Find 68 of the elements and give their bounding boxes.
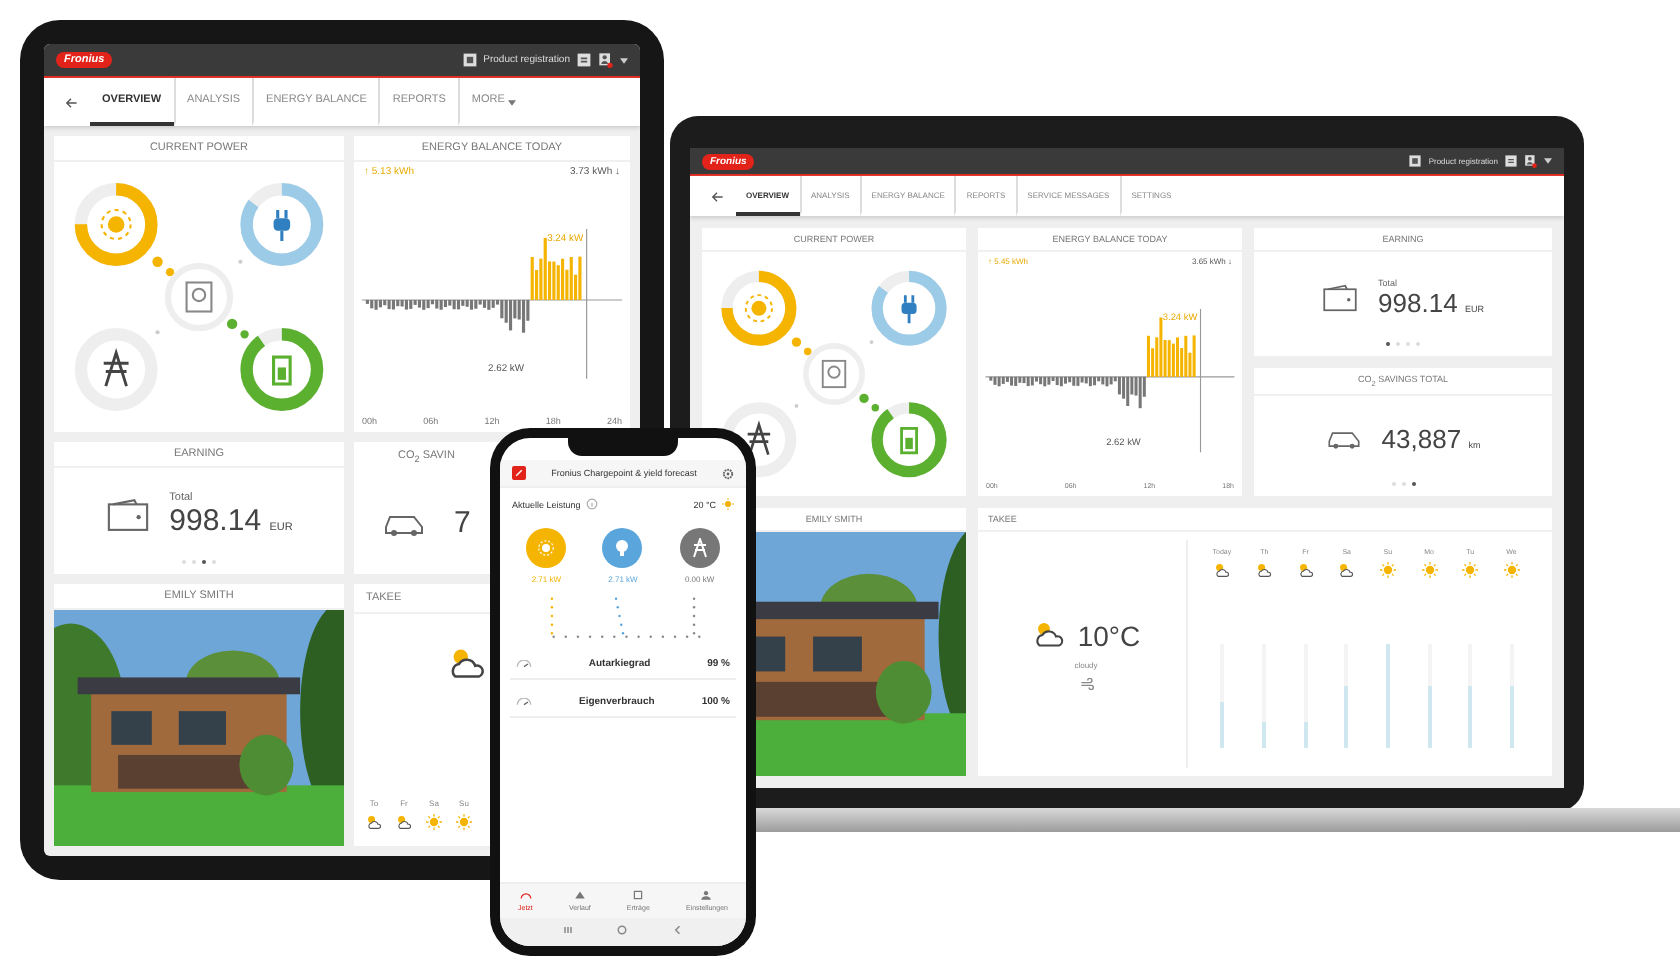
app-icon <box>512 466 526 480</box>
earning-value: 998.14 <box>169 503 262 537</box>
home-icon[interactable] <box>616 924 629 936</box>
wind-icon <box>1079 677 1093 689</box>
grid-gauge <box>240 183 324 266</box>
partly-cloudy-icon <box>1338 562 1355 578</box>
person-icon <box>700 890 713 900</box>
document-icon[interactable] <box>576 52 592 68</box>
plug-icon <box>273 208 291 243</box>
savings-value: 43,887 <box>1381 423 1462 454</box>
phone-notch <box>568 438 678 456</box>
gauge-icon <box>516 698 532 706</box>
user-icon[interactable] <box>1524 154 1538 168</box>
settings-icon[interactable] <box>722 467 734 479</box>
sun-icon <box>744 294 773 323</box>
plug-icon <box>901 293 917 325</box>
bulb-icon <box>612 538 633 558</box>
grid-gauge <box>871 270 947 346</box>
sun-icon <box>426 814 442 830</box>
solar-gauge <box>74 183 158 266</box>
info-icon[interactable] <box>586 498 599 510</box>
sun-icon <box>536 538 557 558</box>
pylon-gauge <box>74 328 158 411</box>
inverter-icon <box>803 343 865 405</box>
partly-cloudy-icon <box>446 646 490 682</box>
battery-icon <box>272 355 292 386</box>
sun-icon <box>1421 562 1438 578</box>
grid-icon[interactable] <box>461 52 478 68</box>
earning-value: 998.14 <box>1378 287 1458 317</box>
sun-icon <box>722 498 734 510</box>
grid-icon[interactable] <box>1408 154 1423 168</box>
inverter-icon <box>164 262 234 332</box>
pylon-icon <box>102 348 130 388</box>
box-icon <box>632 890 645 900</box>
pylon-icon <box>689 538 710 558</box>
sun-icon <box>100 208 132 241</box>
partly-cloudy-icon <box>1031 620 1068 650</box>
wallet-icon <box>105 497 150 531</box>
sun-icon <box>456 814 472 830</box>
partly-cloudy-icon <box>1213 562 1230 578</box>
savings-value: 7 <box>454 506 471 541</box>
partly-cloudy-icon <box>366 814 382 830</box>
gauge-icon <box>516 660 532 668</box>
partly-cloudy-icon <box>1256 562 1273 578</box>
pylon-icon <box>746 420 772 457</box>
battery-gauge <box>240 328 324 411</box>
sun-icon <box>1462 562 1479 578</box>
gauge-icon <box>519 890 532 900</box>
sun-icon <box>1503 562 1520 578</box>
back-arrow-icon[interactable] <box>710 189 724 203</box>
flow-dots-drawing <box>152 256 249 339</box>
sun-icon <box>1379 562 1396 578</box>
battery-gauge <box>871 402 947 478</box>
wallet-icon <box>1322 283 1359 311</box>
partly-cloudy-icon <box>396 814 412 830</box>
flow-dots-drawing <box>791 337 880 412</box>
partly-cloudy-icon <box>1297 562 1314 578</box>
back-icon[interactable] <box>672 924 685 936</box>
caret-icon[interactable] <box>620 57 628 63</box>
battery-icon <box>900 427 918 455</box>
chart-icon <box>573 890 586 900</box>
document-icon[interactable] <box>1504 154 1518 168</box>
caret-icon[interactable] <box>508 99 517 105</box>
temperature: 10°C <box>1077 619 1141 651</box>
solar-gauge <box>721 270 797 346</box>
user-icon[interactable] <box>598 52 614 68</box>
back-arrow-icon[interactable] <box>64 95 78 109</box>
caret-icon[interactable] <box>1544 158 1552 164</box>
